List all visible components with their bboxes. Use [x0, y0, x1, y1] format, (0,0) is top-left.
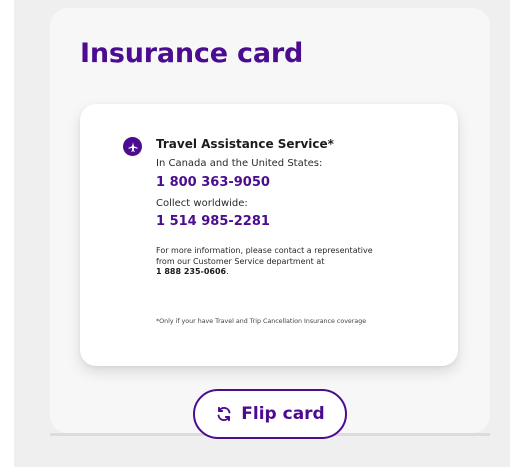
page-title: Insurance card — [80, 38, 304, 69]
info-suffix: . — [226, 267, 229, 276]
info-line-2: from our Customer Service department at — [156, 256, 325, 266]
info-line-3: 1 888 235-0606. — [156, 267, 431, 278]
customer-service-phone[interactable]: 1 888 235-0606 — [156, 267, 226, 276]
customer-service-info: For more information, please contact a r… — [156, 246, 431, 278]
canada-us-label: In Canada and the United States: — [156, 158, 323, 169]
info-line-1: For more information, please contact a r… — [156, 246, 373, 255]
worldwide-label: Collect worldwide: — [156, 198, 248, 209]
rotate-icon — [215, 405, 233, 423]
canada-us-phone[interactable]: 1 800 363-9050 — [156, 175, 270, 190]
travel-assistance-icon — [123, 137, 142, 156]
coverage-footnote: *Only if your have Travel and Trip Cance… — [156, 318, 367, 325]
flip-card-label: Flip card — [241, 404, 325, 424]
service-title: Travel Assistance Service* — [156, 137, 334, 151]
flip-card-button[interactable]: Flip card — [193, 389, 347, 439]
worldwide-phone[interactable]: 1 514 985-2281 — [156, 214, 270, 229]
